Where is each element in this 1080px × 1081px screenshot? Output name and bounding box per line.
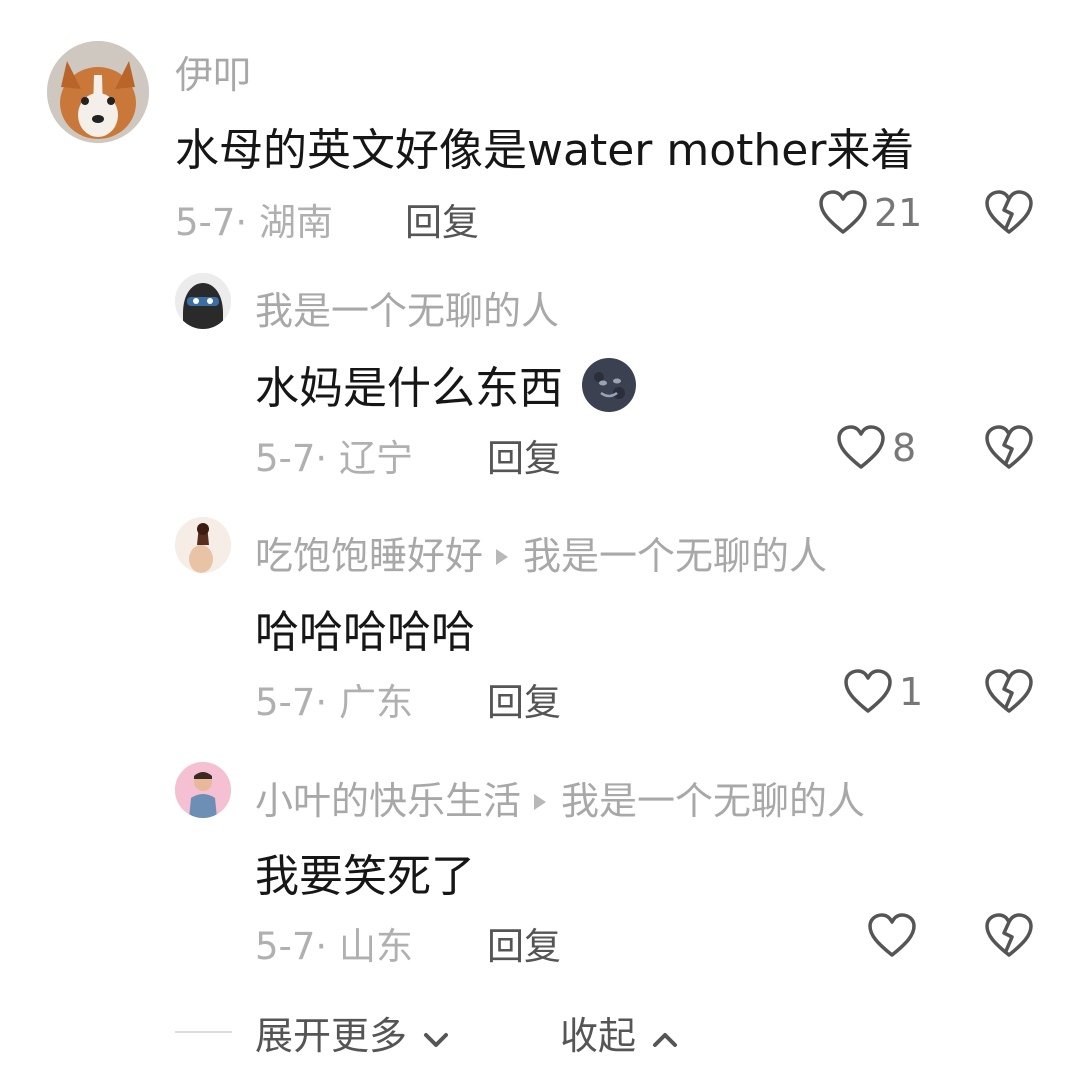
- username[interactable]: 吃饱饱睡好好 我是一个无聊的人: [255, 525, 827, 580]
- expand-more-button[interactable]: 展开更多: [255, 1005, 449, 1060]
- expand-more-label: 展开更多: [255, 1014, 408, 1058]
- reply-button[interactable]: 回复: [487, 428, 561, 482]
- comment-meta: 5-7· 广东: [255, 681, 413, 724]
- heart-icon: [837, 425, 885, 469]
- comment-text: 我要笑死了: [255, 851, 475, 902]
- avatar[interactable]: [175, 517, 231, 573]
- dislike-button[interactable]: [984, 190, 1034, 240]
- username-label: 吃饱饱睡好好: [255, 534, 484, 578]
- like-button[interactable]: 8: [836, 425, 916, 471]
- avatar[interactable]: [175, 273, 231, 329]
- comment-text: 哈哈哈哈哈: [255, 607, 475, 658]
- reply-button[interactable]: 回复: [487, 672, 561, 726]
- like-count: 21: [874, 191, 923, 235]
- heart-icon: [819, 190, 867, 234]
- chevron-up-icon: [653, 1033, 678, 1047]
- reply-button[interactable]: 回复: [487, 916, 561, 970]
- broken-heart-icon: [985, 669, 1033, 713]
- hand-holding-food-avatar-icon: [175, 517, 231, 573]
- avatar[interactable]: [47, 41, 149, 143]
- reply-to-username[interactable]: 我是一个无聊的人: [523, 534, 827, 578]
- username[interactable]: 我是一个无聊的人: [255, 280, 559, 335]
- like-count: 8: [892, 426, 917, 470]
- heart-icon: [844, 669, 892, 713]
- comment-text: 水妈是什么东西: [255, 352, 637, 416]
- reply-to-username[interactable]: 我是一个无聊的人: [561, 779, 865, 823]
- divider: [175, 1031, 232, 1033]
- chevron-down-icon: [424, 1033, 449, 1047]
- username[interactable]: 小叶的快乐生活 我是一个无聊的人: [255, 770, 865, 825]
- dislike-button[interactable]: [984, 669, 1034, 719]
- comment-meta: 5-7· 辽宁: [255, 437, 413, 480]
- like-button[interactable]: 1: [843, 669, 923, 715]
- masked-character-avatar-icon: [175, 273, 231, 329]
- comment-meta: 5-7· 湖南: [175, 201, 333, 244]
- collapse-button[interactable]: 收起: [560, 1005, 678, 1060]
- username[interactable]: 伊叩: [175, 44, 251, 99]
- like-count: 1: [899, 670, 924, 714]
- new-moon-face-emoji-icon: [582, 358, 636, 412]
- dislike-button[interactable]: [984, 913, 1034, 963]
- username-label: 小叶的快乐生活: [255, 779, 522, 823]
- reply-to-arrow-icon: [495, 531, 509, 575]
- comment-meta: 5-7· 山东: [255, 925, 413, 968]
- comment-text: 水母的英文好像是water mother来着: [175, 125, 915, 176]
- collapse-label: 收起: [560, 1014, 637, 1058]
- corgi-avatar-icon: [47, 41, 149, 143]
- broken-heart-icon: [985, 190, 1033, 234]
- broken-heart-icon: [985, 913, 1033, 957]
- comment-text-content: 水妈是什么东西: [255, 363, 563, 414]
- dislike-button[interactable]: [984, 425, 1034, 475]
- broken-heart-icon: [985, 425, 1033, 469]
- reply-to-arrow-icon: [533, 776, 547, 820]
- avatar[interactable]: [175, 762, 231, 818]
- like-button[interactable]: 21: [818, 190, 922, 236]
- reply-button[interactable]: 回复: [405, 192, 479, 246]
- person-pink-background-avatar-icon: [175, 762, 231, 818]
- like-button[interactable]: [867, 913, 917, 959]
- heart-icon: [868, 913, 916, 957]
